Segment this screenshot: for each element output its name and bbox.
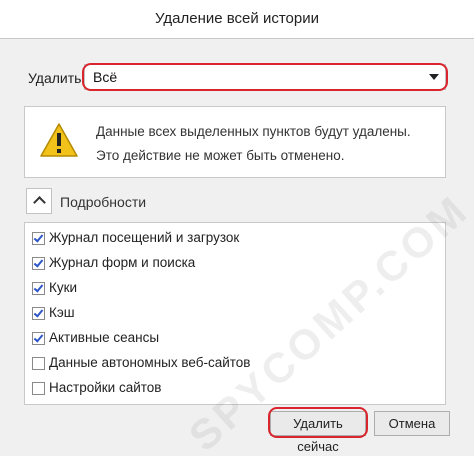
- clear-now-button[interactable]: Удалить сейчас: [270, 411, 366, 454]
- history-items-list: Журнал посещений и загрузок Журнал форм …: [24, 222, 446, 405]
- cancel-button[interactable]: Отмена: [374, 411, 450, 436]
- range-value: Всё: [93, 69, 118, 85]
- dropdown-arrow-icon: [429, 74, 439, 80]
- warning-triangle-icon: [40, 123, 78, 157]
- title-bar: Удаление всей истории: [0, 0, 474, 39]
- checkbox[interactable]: [32, 282, 45, 295]
- window-title: Удаление всей истории: [155, 10, 319, 27]
- range-label: Удалить:: [28, 70, 86, 86]
- check-icon: [33, 257, 44, 268]
- checkbox[interactable]: [32, 382, 45, 395]
- checkbox[interactable]: [32, 332, 45, 345]
- details-toggle-button[interactable]: [26, 188, 52, 214]
- range-dropdown[interactable]: Всё: [84, 64, 446, 90]
- list-item-label: Куки: [49, 280, 78, 295]
- list-item-label: Журнал посещений и загрузок: [49, 230, 240, 245]
- list-item-label: Данные автономных веб-сайтов: [49, 355, 251, 370]
- checkbox[interactable]: [32, 357, 45, 370]
- checkbox[interactable]: [32, 257, 45, 270]
- list-item-label: Настройки сайтов: [49, 380, 162, 395]
- list-item-label: Кэш: [49, 305, 75, 320]
- warning-panel: Данные всех выделенных пунктов будут уда…: [24, 106, 446, 178]
- check-icon: [33, 307, 44, 318]
- warning-text-1: Данные всех выделенных пунктов будут уда…: [96, 124, 411, 139]
- list-item-label: Журнал форм и поиска: [49, 255, 196, 270]
- chevron-up-icon: [33, 196, 46, 209]
- check-icon: [33, 282, 44, 293]
- checkbox[interactable]: [32, 307, 45, 320]
- warning-text-2: Это действие не может быть отменено.: [96, 148, 345, 163]
- details-label: Подробности: [60, 194, 147, 210]
- list-item-label: Активные сеансы: [49, 330, 160, 345]
- check-icon: [33, 232, 44, 243]
- checkbox[interactable]: [32, 232, 45, 245]
- check-icon: [33, 332, 44, 343]
- dialog-body: Удалить: Всё Данные всех выделенных пунк…: [0, 39, 474, 460]
